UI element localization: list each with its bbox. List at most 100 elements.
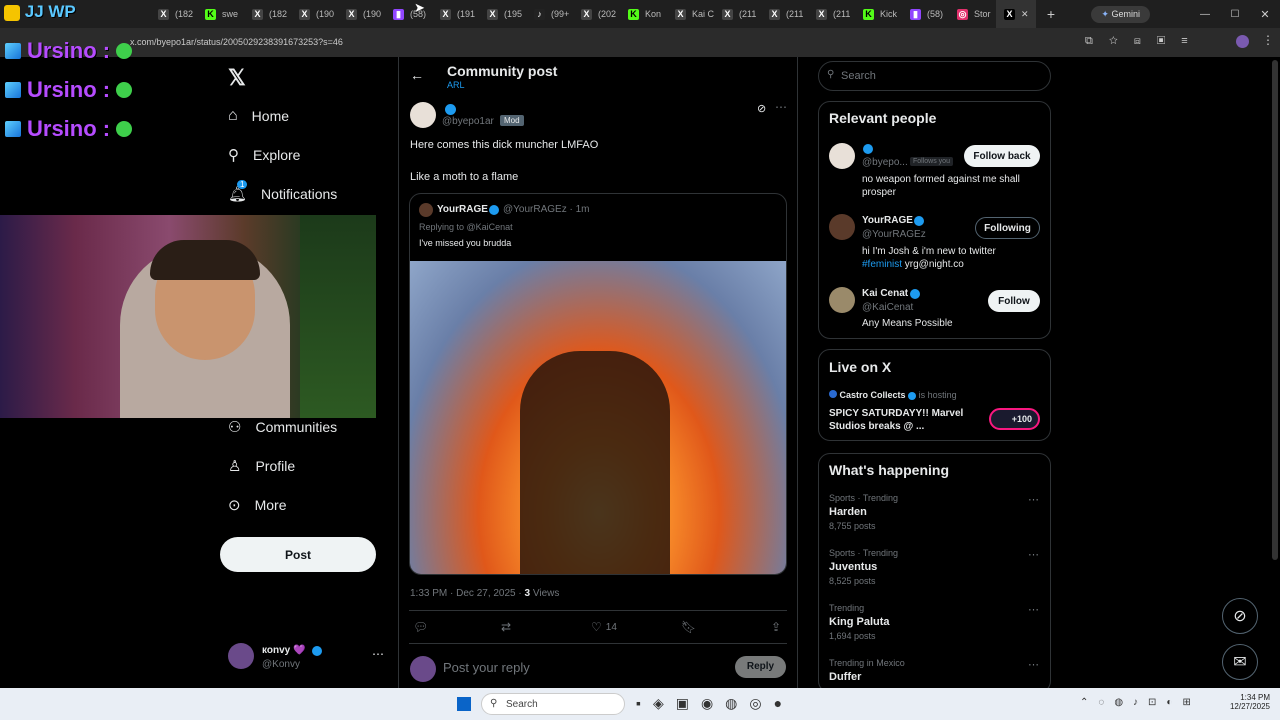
community-name[interactable]: ARL xyxy=(447,80,465,90)
live-title: Live on X xyxy=(829,359,892,375)
nav-home[interactable]: ⌂ Home xyxy=(228,107,289,125)
taskbar-app-icons[interactable]: ▪◈▣◉◍◎● xyxy=(636,695,794,712)
taskbar-search[interactable]: ⚲ Search xyxy=(481,693,625,715)
person-handle[interactable]: @KaiCenat xyxy=(862,302,913,313)
more-dots-icon[interactable]: ⋯ xyxy=(1028,658,1039,671)
more-dots-icon[interactable]: ⋯ xyxy=(1028,548,1039,561)
follow-button[interactable]: Follow xyxy=(988,290,1040,312)
gemini-button[interactable]: ✦ Gemini xyxy=(1091,5,1150,23)
live-host-row[interactable]: Castro Collects is hosting xyxy=(829,390,957,400)
author-avatar[interactable] xyxy=(410,102,436,128)
browser-tab[interactable]: X (211 xyxy=(761,0,808,28)
person-avatar[interactable] xyxy=(829,287,855,313)
person-avatar[interactable] xyxy=(829,143,855,169)
live-title-text[interactable]: SPICY SATURDAYY!! Marvel Studios breaks … xyxy=(829,407,974,433)
nav-notifications[interactable]: 🔔︎ 1 Notifications xyxy=(228,180,337,203)
trend-item[interactable]: Sports · Trending Juventus 8,525 posts ⋯ xyxy=(829,548,1041,592)
x-logo-icon[interactable]: 𝕏 xyxy=(228,65,246,91)
browser-tab[interactable]: K Kick xyxy=(855,0,902,28)
streamer-hair-image xyxy=(150,240,260,280)
share-action[interactable]: ⇪ xyxy=(771,620,781,634)
live-listeners-badge[interactable]: +100 xyxy=(989,408,1040,430)
active-tab[interactable]: X ✕ xyxy=(996,0,1036,28)
browser-tab[interactable]: ▮ (58) xyxy=(902,0,949,28)
browser-tab[interactable]: X Kai C xyxy=(667,0,714,28)
bio-text: hi I'm Josh & i'm new to twitter xyxy=(862,246,996,257)
x-icon: X xyxy=(487,8,498,20)
scrollbar[interactable] xyxy=(1272,60,1278,560)
hashtag-link[interactable]: #feminist xyxy=(862,259,902,270)
like-action[interactable]: ♡ 14 xyxy=(591,620,617,634)
windows-start-icon[interactable] xyxy=(457,697,471,711)
reply-button[interactable]: Reply xyxy=(735,656,786,678)
browser-tab[interactable]: X (182 xyxy=(150,0,197,28)
profile-icon: ♙ xyxy=(228,458,242,475)
person-avatar[interactable] xyxy=(829,214,855,240)
maximize-icon[interactable]: ☐ xyxy=(1220,9,1250,20)
clock[interactable]: 1:34 PM 12/27/2025 xyxy=(1226,693,1270,711)
messages-fab-button[interactable]: ✉ xyxy=(1222,644,1258,680)
reply-action[interactable]: 💬︎ xyxy=(413,620,428,634)
person-handle[interactable]: @YourRAGEz xyxy=(862,229,926,240)
account-switcher[interactable]: коnvy 💜 @Konvy ⋯ xyxy=(228,643,388,673)
tab-label: (211 xyxy=(739,9,757,19)
nav-communities[interactable]: ⚇ Communities xyxy=(228,418,337,436)
trend-count: 8,525 posts xyxy=(829,576,876,586)
nav-profile[interactable]: ♙ Profile xyxy=(228,457,295,475)
browser-tab[interactable]: X (191 xyxy=(432,0,479,28)
search-input[interactable]: ⚲ Search xyxy=(818,61,1051,91)
minimize-icon[interactable]: — xyxy=(1190,9,1220,20)
nav-more[interactable]: ⊙ More xyxy=(228,496,286,514)
reply-input[interactable]: Post your reply xyxy=(443,660,530,675)
browser-tab[interactable]: X (211 xyxy=(808,0,855,28)
trend-item[interactable]: Trending in Mexico Duffer ⋯ xyxy=(829,658,1041,686)
grok-icon[interactable]: ⊘ xyxy=(757,102,766,115)
following-button[interactable]: Following xyxy=(975,217,1040,239)
bookmark-action[interactable]: 🔖︎ xyxy=(681,620,696,634)
person-handle[interactable]: @byepo... xyxy=(862,157,908,168)
reply-avatar xyxy=(410,656,436,682)
mod-badge: Mod xyxy=(500,115,524,126)
browser-tab[interactable]: Kswe xyxy=(197,0,244,28)
author-handle[interactable]: @byepo1ar xyxy=(442,116,494,127)
browser-tab[interactable]: X (190 xyxy=(338,0,385,28)
overlay-name-1: Ursino : xyxy=(5,38,133,64)
broken-chains-image[interactable] xyxy=(410,261,786,574)
person-name[interactable]: YourRAGE xyxy=(862,215,913,226)
gemini-label: Gemini xyxy=(1111,8,1140,19)
grok-fab-button[interactable]: ⊘ xyxy=(1222,598,1258,634)
person-name[interactable]: Kai Cenat xyxy=(862,288,908,299)
search-icon: ⚲ xyxy=(827,69,835,80)
notification-badge: 1 xyxy=(237,180,248,189)
browser-tab[interactable]: X (202 xyxy=(573,0,620,28)
close-window-icon[interactable]: ✕ xyxy=(1250,8,1280,21)
trend-item[interactable]: Trending King Paluta 1,694 posts ⋯ xyxy=(829,603,1041,647)
more-dots-icon[interactable]: ⋯ xyxy=(372,647,384,661)
kick-icon: K xyxy=(205,8,216,20)
trend-name: Harden xyxy=(829,506,867,518)
quoted-post[interactable]: YourRAGE @YourRAGEz · 1m Replying to @Ka… xyxy=(409,193,787,575)
more-dots-icon[interactable]: ⋯ xyxy=(1028,603,1039,616)
post-button[interactable]: Post xyxy=(220,537,376,572)
new-tab-button[interactable]: + xyxy=(1036,6,1066,22)
url-text: x.com/byepo1ar/status/200502923839167325… xyxy=(130,37,343,47)
menu-icon[interactable]: ⋮ xyxy=(1262,33,1274,47)
close-tab-icon[interactable]: ✕ xyxy=(1021,9,1029,20)
repost-action[interactable]: ⇄ xyxy=(501,620,511,634)
browser-tab[interactable]: X (182 xyxy=(244,0,291,28)
browser-tab[interactable]: ♪ (99+ xyxy=(526,0,573,28)
extension-icons[interactable]: ⧉☆⧈▣≡ xyxy=(1085,35,1204,48)
browser-tab[interactable]: ◎ Stor xyxy=(949,0,996,28)
more-dots-icon[interactable]: ⋯ xyxy=(775,100,787,114)
browser-tab[interactable]: X (195 xyxy=(479,0,526,28)
browser-tab[interactable]: K Kon xyxy=(620,0,667,28)
profile-avatar-icon[interactable] xyxy=(1236,35,1249,48)
system-tray-icons[interactable]: ⌃◌◍♪⊡◐⊞ xyxy=(1080,697,1201,708)
trend-item[interactable]: Sports · Trending Harden 8,755 posts ⋯ xyxy=(829,493,1041,537)
nav-explore[interactable]: ⚲ Explore xyxy=(228,146,300,164)
browser-tab[interactable]: X (211 xyxy=(714,0,761,28)
more-dots-icon[interactable]: ⋯ xyxy=(1028,493,1039,506)
follow-back-button[interactable]: Follow back xyxy=(964,145,1040,167)
browser-tab[interactable]: X (190 xyxy=(291,0,338,28)
back-arrow-icon[interactable]: ← xyxy=(410,67,424,83)
